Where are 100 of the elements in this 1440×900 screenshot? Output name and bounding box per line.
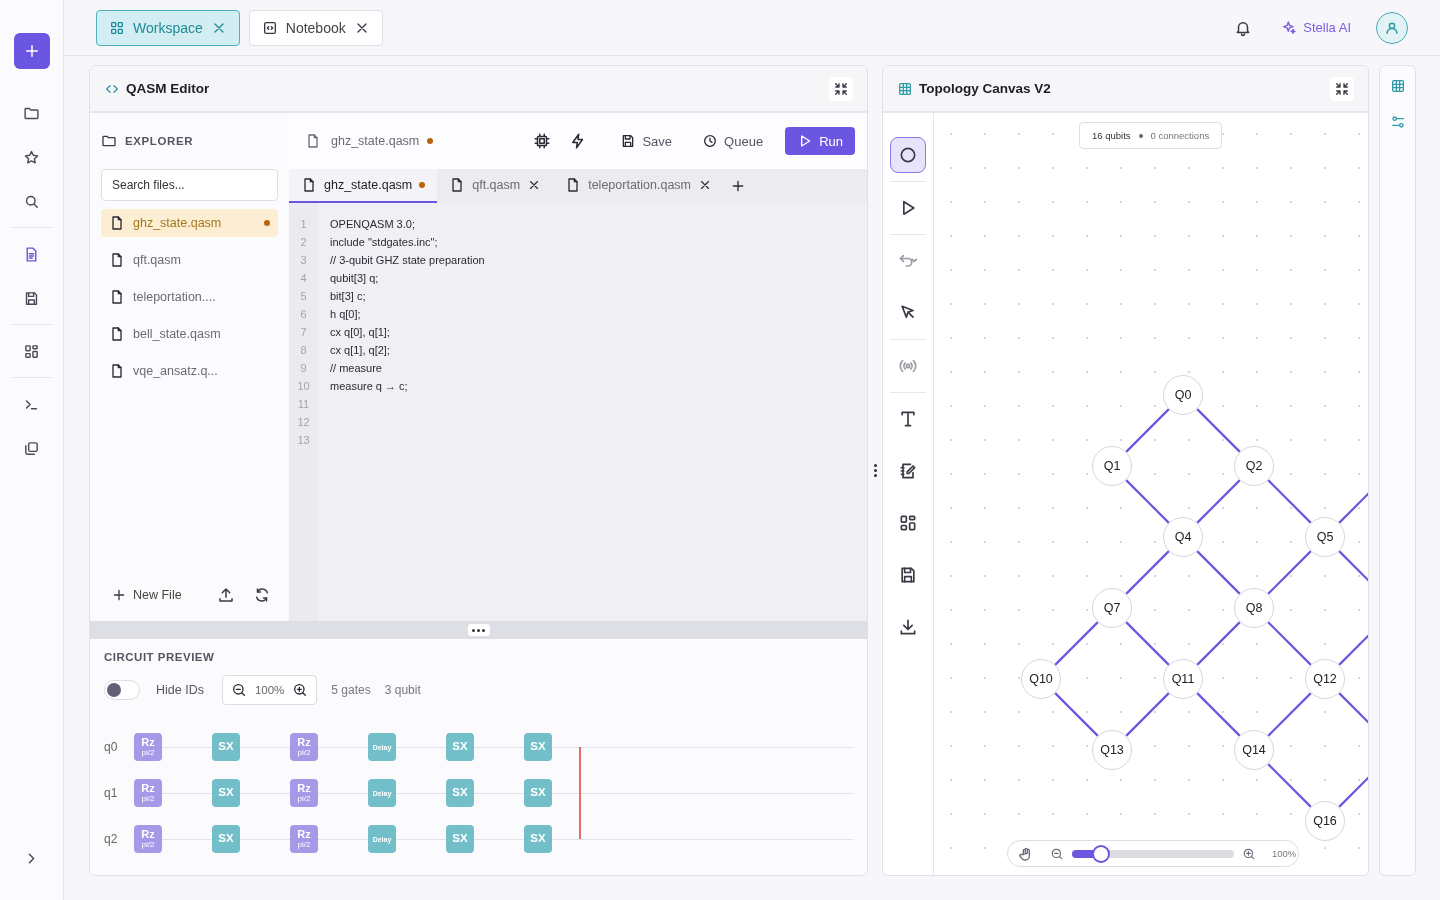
file-icon [301, 177, 317, 193]
star-icon [23, 148, 40, 166]
line-number: 9 [299, 361, 308, 376]
qubit-node[interactable]: Q11 [1163, 659, 1203, 699]
avatar-button[interactable] [1376, 11, 1408, 44]
qubit-node[interactable]: Q1 [1092, 446, 1132, 486]
toggle-label: Hide IDs [156, 683, 204, 697]
line-number: 10 [296, 379, 311, 394]
line-number: 5 [299, 289, 308, 304]
new-button[interactable] [13, 33, 50, 69]
file-icon [109, 252, 125, 268]
queue-button[interactable]: Queue [702, 133, 764, 149]
run-button[interactable]: Run [785, 127, 855, 155]
zoom-out-icon[interactable] [230, 682, 247, 698]
qubit-label: q1 [104, 786, 119, 800]
text-tool-icon [898, 409, 918, 429]
line-number: 13 [296, 433, 311, 448]
dashboard-icon [23, 342, 40, 360]
qubit-node[interactable]: Q16 [1305, 801, 1345, 841]
line-number: 6 [299, 307, 308, 322]
connection-line [1125, 550, 1170, 595]
zoom-in-icon[interactable] [292, 682, 309, 698]
qubit-node[interactable]: Q0 [1163, 375, 1203, 415]
connection-line [1125, 621, 1170, 666]
grid-icon [1389, 78, 1406, 94]
connection-line [1196, 621, 1241, 666]
line-number: 12 [296, 415, 311, 430]
qubit-node[interactable]: Q14 [1234, 730, 1274, 770]
search-field[interactable]: Search files... [101, 169, 278, 201]
file-tab[interactable]: ghz_state.qasm [289, 169, 438, 203]
connection-line [1267, 692, 1312, 737]
line-number: 3 [299, 253, 308, 268]
line-number: 8 [299, 343, 308, 358]
connection-line [1125, 479, 1170, 524]
qubit-node[interactable]: Q10 [1021, 659, 1061, 699]
panel-title: Topology Canvas V2 [919, 81, 1051, 96]
collapse-button[interactable] [1330, 76, 1354, 101]
qubit-node[interactable]: Q5 [1305, 517, 1345, 557]
connection-line [1125, 408, 1170, 453]
file-icon [109, 326, 125, 342]
file-icon [109, 289, 125, 305]
hide-ids-toggle[interactable] [104, 680, 140, 700]
qubit-count: 16 qubits [1092, 130, 1131, 141]
qubit-node[interactable]: Q2 [1234, 446, 1274, 486]
connection-line [1054, 621, 1099, 666]
qubit-node[interactable]: Q4 [1163, 517, 1203, 557]
qubit-node[interactable]: Q13 [1092, 730, 1132, 770]
workspace-tab[interactable]: Notebook [248, 9, 383, 46]
connection-line [1196, 692, 1241, 737]
file-item[interactable]: vqe_ansatz.q... [101, 357, 278, 385]
assistant-button[interactable]: Stella AI [1281, 19, 1351, 36]
code-line: bit[3] c; [330, 290, 366, 302]
code-line: h q[0]; [330, 308, 361, 320]
resize-handle[interactable] [467, 624, 490, 636]
file-tab[interactable]: teleportation.qasm [553, 169, 725, 203]
file-icon [305, 133, 321, 149]
file-item[interactable]: teleportation.... [101, 283, 278, 311]
code-line: // 3-qubit GHZ state preparation [330, 254, 485, 266]
connection-line [1267, 550, 1312, 595]
file-path: ghz_state.qasm [331, 134, 420, 148]
qubit-node[interactable]: Q7 [1092, 588, 1132, 628]
sliders-icon [1389, 114, 1406, 130]
slider-thumb[interactable] [1092, 844, 1111, 863]
clock-icon [702, 133, 719, 149]
file-icon [109, 363, 125, 379]
upload-icon [216, 586, 235, 604]
file-item[interactable]: ghz_state.qasm [101, 209, 278, 237]
new-file-button[interactable]: New File [111, 587, 182, 603]
circle-tool-icon [898, 145, 918, 165]
code-line: cx q[1], q[2]; [330, 344, 390, 356]
section-title: CIRCUIT PREVIEW [104, 651, 216, 663]
grid-icon [897, 80, 913, 97]
grid-icon [109, 19, 125, 36]
code-window-icon [261, 19, 278, 36]
chip-icon [533, 132, 552, 150]
qubit-node[interactable]: Q12 [1305, 659, 1345, 699]
connection-count: 0 connections [1150, 130, 1210, 141]
code-line: OPENQASM 3.0; [330, 218, 415, 230]
download-icon [898, 617, 918, 637]
save-button[interactable]: Save [620, 133, 673, 149]
file-item[interactable]: qft.qasm [101, 246, 278, 274]
panel-title: QASM Editor [126, 81, 210, 96]
file-tab[interactable]: qft.qasm [437, 169, 554, 203]
workspace-tab[interactable]: Workspace [96, 9, 240, 46]
circle-tool-button[interactable] [890, 137, 926, 173]
qubit-label: q2 [104, 832, 119, 846]
line-number: 4 [299, 271, 308, 286]
collapse-button[interactable] [829, 76, 853, 101]
save-icon [898, 565, 918, 585]
code-line: cx q[0], q[1]; [330, 326, 390, 338]
connection-line [1054, 692, 1099, 737]
file-item[interactable]: bell_state.qasm [101, 320, 278, 348]
copy-icon [23, 439, 40, 457]
qubit-node[interactable]: Q8 [1234, 588, 1274, 628]
explorer-title: EXPLORER [125, 135, 194, 147]
collapse-icon [1334, 80, 1350, 97]
resize-handle[interactable] [872, 464, 878, 477]
zoom-value: 100% [254, 684, 285, 696]
gate-count: 5 gates [331, 683, 371, 697]
zoom-slider[interactable] [1072, 849, 1234, 858]
